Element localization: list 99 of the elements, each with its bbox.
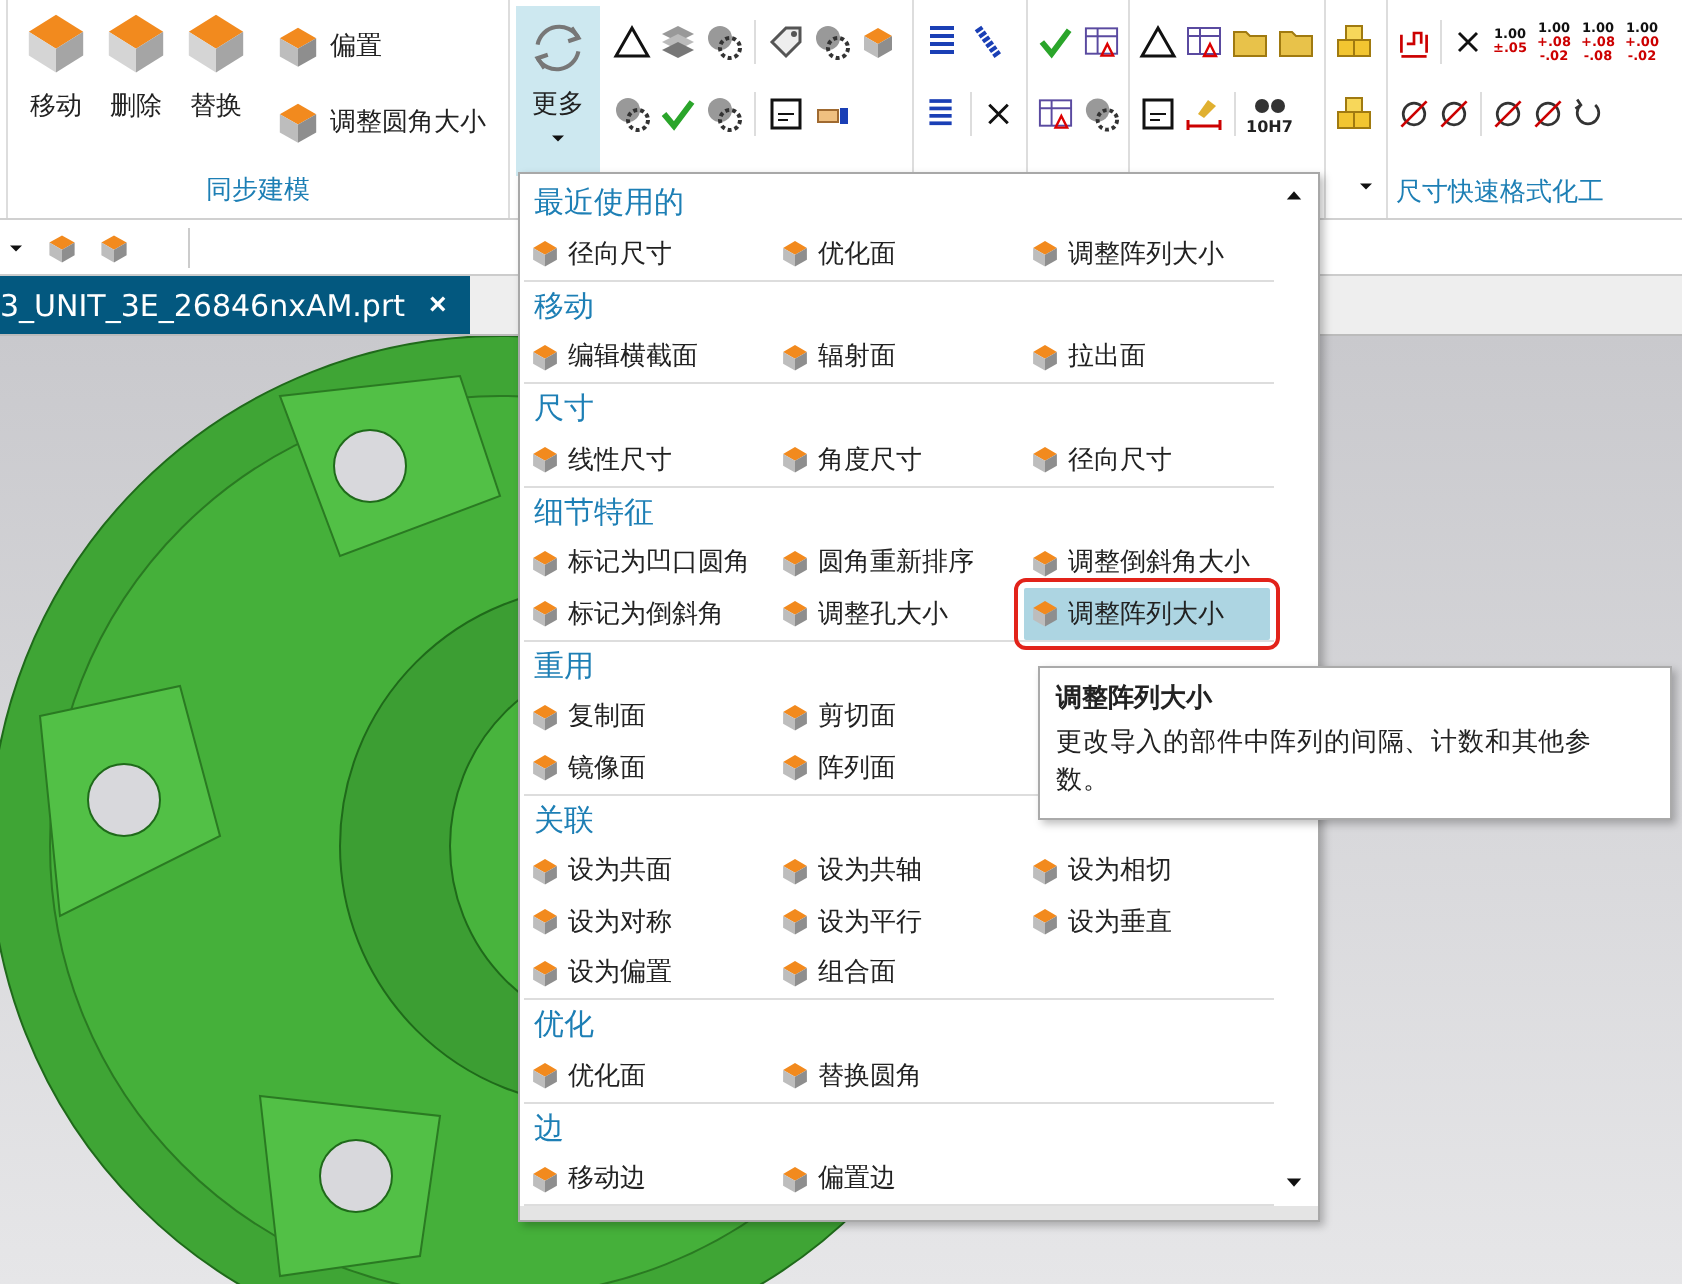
cube-icon (1028, 545, 1062, 580)
binoculars-icon (1253, 93, 1286, 117)
menu-item[interactable]: 偏置边 (774, 1153, 896, 1204)
section-header: 细节特征 (532, 491, 654, 533)
cube-icon (778, 750, 812, 785)
cube-icon (528, 442, 562, 477)
delete-button[interactable]: 删除 (100, 0, 172, 172)
cube-icon (778, 1161, 812, 1196)
table-icon[interactable] (1036, 94, 1075, 134)
menu-item[interactable]: 设为平行 (774, 896, 922, 947)
more-button[interactable]: 更多 (516, 6, 600, 176)
menu-item[interactable]: 圆角重新排序 (774, 537, 974, 588)
menu-item[interactable]: 调整孔大小 (774, 588, 948, 639)
cube-icon (528, 545, 562, 580)
offset-button[interactable]: 偏置 (272, 20, 486, 72)
menu-item[interactable]: 设为对称 (524, 896, 672, 947)
cubes-icon[interactable] (1334, 22, 1374, 62)
section-header: 尺寸 (532, 388, 594, 430)
menu-item[interactable]: 调整阵列大小 (1024, 588, 1270, 639)
menu-item[interactable]: 标记为倒斜角 (524, 588, 724, 639)
menu-item[interactable]: 调整倒斜角大小 (1024, 537, 1250, 588)
cubes-icon[interactable] (1334, 94, 1374, 134)
cube-icon (528, 1058, 562, 1093)
menu-item[interactable]: 角度尺寸 (774, 434, 922, 485)
group-label: 尺寸快速格式化工 (1396, 176, 1606, 212)
cube-icon (528, 750, 562, 785)
menu-item[interactable]: 设为共面 (524, 845, 672, 896)
cube-icon (778, 596, 812, 631)
triangle-icon[interactable] (612, 22, 652, 62)
menu-item[interactable]: 组合面 (774, 947, 896, 998)
section-header: 边 (532, 1107, 564, 1149)
table-icon[interactable] (1081, 22, 1120, 62)
cube-icon (528, 699, 562, 734)
menu-item[interactable]: 替换圆角 (774, 1050, 922, 1101)
cube-icon (528, 904, 562, 939)
cube-icon (1028, 236, 1062, 271)
menu-item[interactable]: 设为垂直 (1024, 896, 1172, 947)
cube-icon (528, 955, 562, 990)
cube-icon (778, 699, 812, 734)
resize-blend-button[interactable]: 调整圆角大小 (272, 96, 486, 148)
cube-icon (528, 596, 562, 631)
section-header: 重用 (532, 645, 594, 687)
cube-icon (778, 236, 812, 271)
menu-item[interactable]: 径向尺寸 (524, 228, 672, 279)
menu-item[interactable]: 编辑横截面 (524, 331, 698, 382)
menu-item[interactable]: 设为相切 (1024, 845, 1172, 896)
cube-icon (528, 339, 562, 374)
section-header: 优化 (532, 1004, 594, 1046)
menu-item[interactable]: 设为偏置 (524, 947, 672, 998)
menu-item[interactable]: 优化面 (774, 228, 896, 279)
fit-button[interactable]: 10H7 (1246, 93, 1293, 135)
menu-item[interactable]: 拉出面 (1024, 331, 1146, 382)
menu-item[interactable]: 阵列面 (774, 742, 896, 793)
tooltip-text: 更改导入的部件中阵列的间隔、计数和其他参数。 (1056, 726, 1594, 800)
replace-button[interactable]: 替换 (180, 0, 252, 172)
group-label: 同步建模 (204, 174, 312, 208)
cube-icon (1028, 853, 1062, 888)
cube-icon (528, 236, 562, 271)
note-icon[interactable] (1138, 94, 1178, 134)
layers-icon[interactable] (658, 22, 698, 62)
cube-icon (1028, 442, 1062, 477)
menu-item[interactable]: 移动边 (524, 1153, 646, 1204)
menu-item[interactable]: 线性尺寸 (524, 434, 672, 485)
cube-icon (778, 442, 812, 477)
file-tab[interactable]: 3_UNIT_3E_26846nxAM.prt × (0, 276, 471, 334)
note-icon[interactable] (766, 94, 806, 134)
triangle-icon[interactable] (1138, 22, 1178, 62)
cube-icon (528, 853, 562, 888)
section-header: 关联 (532, 799, 594, 841)
menu-item[interactable]: 标记为凹口圆角 (524, 537, 750, 588)
menu-item[interactable]: 调整阵列大小 (1024, 228, 1224, 279)
section-header: 最近使用的 (532, 182, 684, 224)
cube-icon (1028, 339, 1062, 374)
cube-icon (778, 1058, 812, 1093)
move-button[interactable]: 移动 (20, 0, 92, 172)
menu-item[interactable]: 设为共轴 (774, 845, 922, 896)
table-icon[interactable] (1184, 22, 1224, 62)
cube-icon (1028, 904, 1062, 939)
menu-item[interactable]: 复制面 (524, 691, 646, 742)
tag-icon[interactable] (766, 22, 806, 62)
cube-icon (778, 339, 812, 374)
diameter-icon[interactable] (1490, 96, 1526, 132)
menu-item[interactable]: 径向尺寸 (1024, 434, 1172, 485)
cube-icon (778, 955, 812, 990)
close-button[interactable]: × (421, 288, 455, 322)
cube-icon (778, 904, 812, 939)
cube-icon (1028, 596, 1062, 631)
menu-item[interactable]: 辐射面 (774, 331, 896, 382)
menu-item[interactable]: 镜像面 (524, 742, 646, 793)
section-header: 移动 (532, 285, 594, 327)
brush-icon[interactable] (1184, 94, 1224, 134)
diameter-icon[interactable] (1530, 96, 1566, 132)
check-icon[interactable] (658, 94, 698, 134)
menu-item[interactable]: 优化面 (524, 1050, 646, 1101)
tooltip-title: 调整阵列大小 (1056, 682, 1215, 716)
cube-icon (778, 545, 812, 580)
cube-icon (528, 1161, 562, 1196)
menu-item[interactable]: 剪切面 (774, 691, 896, 742)
cube-icon (778, 853, 812, 888)
